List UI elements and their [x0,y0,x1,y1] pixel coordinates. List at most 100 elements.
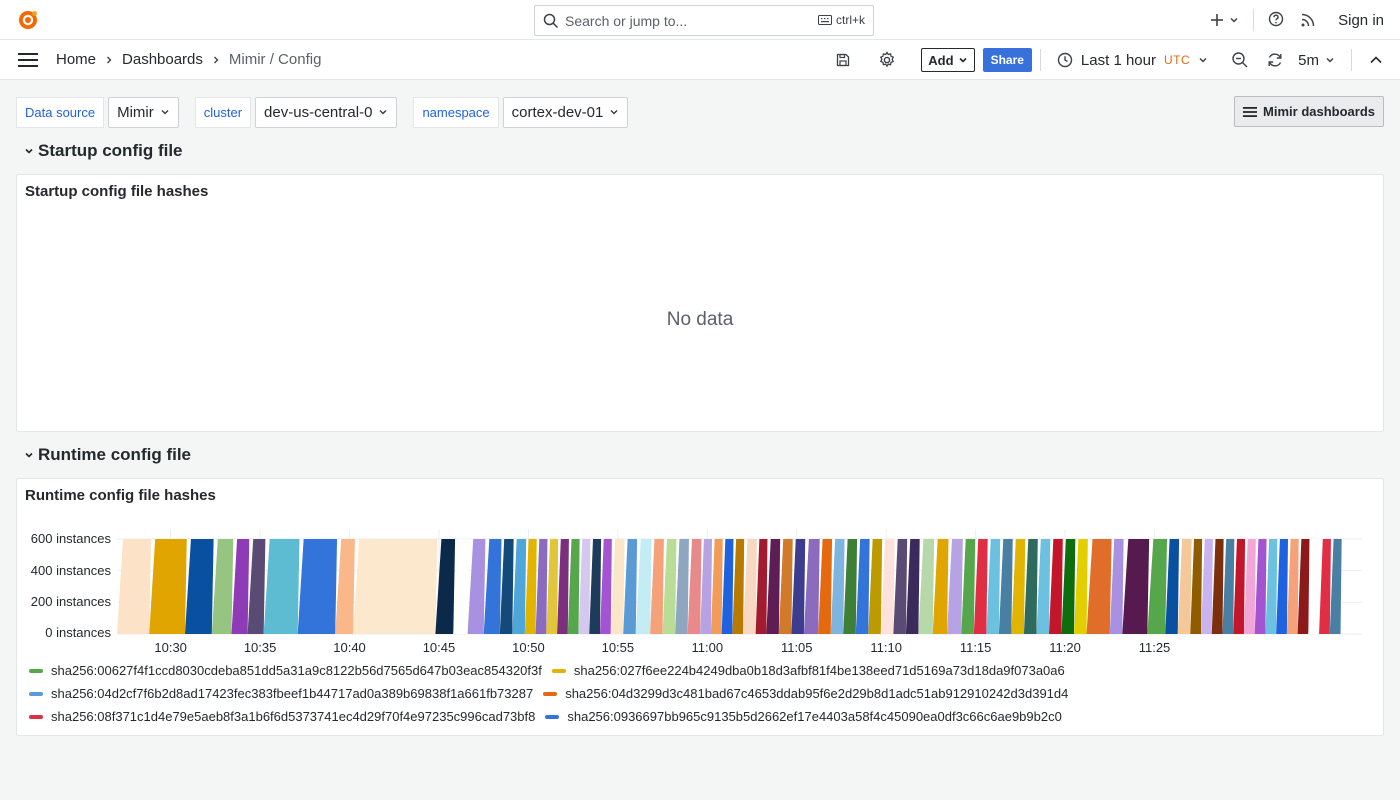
variable-label-namespace: namespace [413,96,499,128]
area-band [1122,539,1150,634]
area-band [700,539,713,634]
area-band [557,539,569,634]
area-band [868,539,883,634]
menu-icon[interactable] [18,53,38,67]
gear-icon [880,51,895,68]
area-band [743,539,757,634]
refresh-interval-label: 5m [1298,51,1319,69]
area-band [263,539,300,634]
dashboard-settings-button[interactable] [877,50,897,70]
refresh-icon [1268,53,1282,67]
new-menu-button[interactable] [1209,12,1239,28]
legend-item[interactable]: sha256:027f6ee224b4249dba0b18d3afbf81f4b… [551,663,1065,678]
area-band [435,539,456,634]
area-band [623,539,638,634]
area-band [791,539,806,634]
x-tick-label: 11:15 [959,640,992,655]
legend-item[interactable]: sha256:0936697bb965c9135b5d2662ef17e4403… [545,709,1062,724]
save-dashboard-button[interactable] [833,50,853,70]
legend-swatch [29,714,43,719]
legend-item[interactable]: sha256:04d3299d3c481bad67c4653ddab95f6e2… [543,686,1068,701]
namespace-value: cortex-dev-01 [511,103,604,121]
area-band [1201,539,1213,634]
area-band [1061,539,1076,634]
area-band [467,539,486,634]
add-label: Add [928,52,954,68]
area-band [599,539,612,634]
area-band [1243,539,1256,634]
area-band [247,539,266,634]
legend-item[interactable]: sha256:08f371c1d4e79e5aeb8f3a1b6f6d53737… [29,709,535,724]
search-icon [543,13,559,28]
area-band [1276,539,1288,634]
row-runtime-config[interactable]: Runtime config file [24,445,191,465]
save-icon [837,53,850,67]
area-band [721,539,734,634]
namespace-select[interactable]: cortex-dev-01 [502,96,629,128]
breadcrumb-home[interactable]: Home [56,51,96,68]
help-icon [1268,11,1284,26]
grafana-logo-icon[interactable] [16,8,40,32]
chevron-down-icon [1326,57,1334,63]
search-input[interactable]: Search or jump to... ctrl+k [534,5,874,36]
area-band [662,539,677,634]
panel-startup-config-hashes: Startup config file hashes No data [16,174,1384,432]
legend-item[interactable]: sha256:00627f4f1ccd8030cdeba851dd5a31a9c… [29,663,542,678]
area-band [918,539,935,634]
area-band [932,539,949,634]
area-band [998,539,1013,634]
x-tick-label: 10:50 [512,640,545,655]
area-band [1329,539,1342,634]
rss-icon [1301,13,1315,27]
help-button[interactable] [1268,11,1284,30]
area-band [353,539,438,634]
breadcrumb: Home Dashboards Mimir / Config [56,51,321,68]
area-band [1297,539,1310,634]
time-range-picker[interactable]: Last 1 hour UTC [1057,52,1208,69]
area-band [512,539,527,634]
area-band [947,539,963,634]
chevron-down-icon [379,109,387,115]
chevron-right-icon [213,56,219,63]
datasource-value: Mimir [117,103,154,121]
refresh-picker[interactable]: 5m [1266,51,1335,69]
mimir-dashboards-link[interactable]: Mimir dashboards [1234,96,1384,127]
add-button[interactable]: Add [921,48,975,72]
sign-in-link[interactable]: Sign in [1300,12,1384,29]
x-tick-label: 11:25 [1138,640,1171,655]
area-band [211,539,234,634]
area-band [1233,539,1246,634]
zoom-out-button[interactable] [1230,50,1250,70]
chevron-down-icon [958,57,967,63]
divider [1253,9,1255,31]
cluster-select[interactable]: dev-us-central-0 [255,96,398,128]
x-tick-label: 10:30 [154,640,187,655]
chevron-up-icon[interactable] [1368,52,1384,68]
breadcrumb-dashboards[interactable]: Dashboards [122,51,203,68]
dashboard-nav-bar: Home Dashboards Mimir / Config Add Share… [0,40,1400,80]
stacked-area-chart[interactable] [17,479,1383,639]
clock-icon [1057,52,1073,68]
area-band [1265,539,1278,634]
area-band [1048,539,1063,634]
legend-swatch [29,691,43,696]
sign-in-label: Sign in [1338,11,1384,29]
datasource-select[interactable]: Mimir [108,96,179,128]
breadcrumb-current: Mimir / Config [228,51,322,68]
area-band [453,539,470,634]
share-button[interactable]: Share [982,48,1032,72]
area-band [1319,539,1331,634]
legend-item[interactable]: sha256:04d2cf7f6b2d8ad17423fec383fbeef1b… [29,686,533,701]
legend-swatch [545,714,560,719]
legend-label: sha256:0936697bb965c9135b5d2662ef17e4403… [567,709,1062,724]
chevron-down-icon [161,109,169,115]
area-band [589,539,602,634]
area-band [483,539,502,634]
plus-icon [1211,14,1224,26]
area-band [755,539,768,634]
area-band [893,539,908,634]
search-placeholder: Search or jump to... [565,12,688,29]
area-band [687,539,702,634]
area-band [1074,539,1088,634]
row-startup-config[interactable]: Startup config file [24,141,183,161]
